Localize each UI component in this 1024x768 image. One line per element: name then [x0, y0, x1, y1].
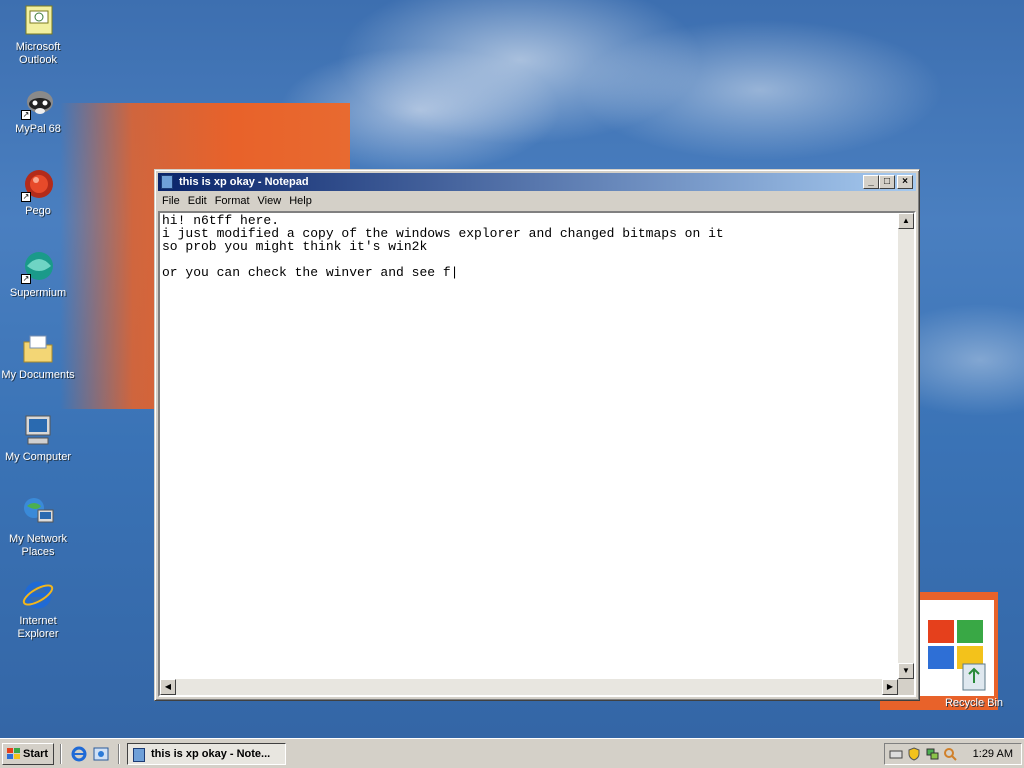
desktop-icon-recycle-bin[interactable]: Recycle Bin: [936, 660, 1012, 710]
network-tray-icon[interactable]: [925, 747, 939, 761]
taskbar-button-notepad[interactable]: this is xp okay - Note...: [127, 743, 286, 765]
start-button[interactable]: Start: [2, 743, 54, 765]
notepad-icon: [161, 175, 173, 189]
taskbar-separator: [60, 744, 62, 764]
minimize-button[interactable]: _: [863, 175, 879, 189]
menu-format[interactable]: Format: [211, 192, 254, 210]
show-desktop-icon[interactable]: [92, 745, 110, 763]
pego-icon: ↗: [21, 168, 55, 202]
recycle-bin-icon: [957, 660, 991, 694]
notepad-window: this is xp okay - Notepad _ □ × File Edit…: [154, 169, 920, 701]
taskbar-separator: [118, 744, 120, 764]
notepad-icon: [133, 748, 145, 762]
desktop-icon-pego[interactable]: ↗ Pego: [0, 168, 76, 218]
network-icon: [21, 496, 55, 530]
shield-icon[interactable]: [907, 747, 921, 761]
title-bar[interactable]: this is xp okay - Notepad _ □ ×: [158, 173, 916, 191]
desktop-icon-my-documents[interactable]: My Documents: [0, 332, 76, 382]
supermium-icon: ↗: [21, 250, 55, 284]
desktop-icon-microsoft-outlook[interactable]: Microsoft Outlook: [0, 4, 76, 67]
window-title: this is xp okay - Notepad: [179, 176, 309, 188]
scroll-up-button[interactable]: ▲: [898, 213, 914, 229]
taskbar: Start this is xp okay - Note... 1:29 AM: [0, 738, 1024, 768]
desktop-icon-supermium[interactable]: ↗ Supermium: [0, 250, 76, 300]
menu-file[interactable]: File: [158, 192, 184, 210]
computer-icon: [21, 414, 55, 448]
windows-logo-icon: [7, 748, 21, 760]
keyboard-icon[interactable]: [889, 747, 903, 761]
desktop-icon-my-computer[interactable]: My Computer: [0, 414, 76, 464]
scroll-left-button[interactable]: ◀: [160, 679, 176, 695]
ie-icon: [21, 578, 55, 612]
folder-icon: [21, 332, 55, 366]
close-button[interactable]: ×: [897, 175, 913, 189]
desktop: Recycle Bin Microsoft Outlook ↗ MyPal 68…: [0, 0, 1024, 738]
clock[interactable]: 1:29 AM: [973, 748, 1013, 760]
edit-area[interactable]: hi! n6tff here. i just modified a copy o…: [158, 211, 916, 697]
menu-edit[interactable]: Edit: [184, 192, 211, 210]
ie-quicklaunch-icon[interactable]: [70, 745, 88, 763]
horizontal-scrollbar[interactable]: ◀ ▶: [160, 679, 898, 695]
desktop-icon-my-network-places[interactable]: My Network Places: [0, 496, 76, 559]
menu-bar: File Edit Format View Help: [158, 192, 916, 210]
scroll-down-button[interactable]: ▼: [898, 663, 914, 679]
maximize-button[interactable]: □: [879, 175, 895, 189]
menu-help[interactable]: Help: [285, 192, 316, 210]
desktop-icon-internet-explorer[interactable]: Internet Explorer: [0, 578, 76, 641]
resize-grip[interactable]: [898, 679, 914, 695]
document-text[interactable]: hi! n6tff here. i just modified a copy o…: [162, 214, 894, 677]
search-icon[interactable]: [943, 747, 957, 761]
menu-view[interactable]: View: [254, 192, 286, 210]
desktop-icon-mypal[interactable]: ↗ MyPal 68: [0, 86, 76, 136]
system-tray: 1:29 AM: [884, 743, 1022, 765]
vertical-scrollbar[interactable]: ▲ ▼: [898, 213, 914, 679]
scroll-right-button[interactable]: ▶: [882, 679, 898, 695]
raccoon-icon: ↗: [21, 86, 55, 120]
outlook-icon: [21, 4, 55, 38]
